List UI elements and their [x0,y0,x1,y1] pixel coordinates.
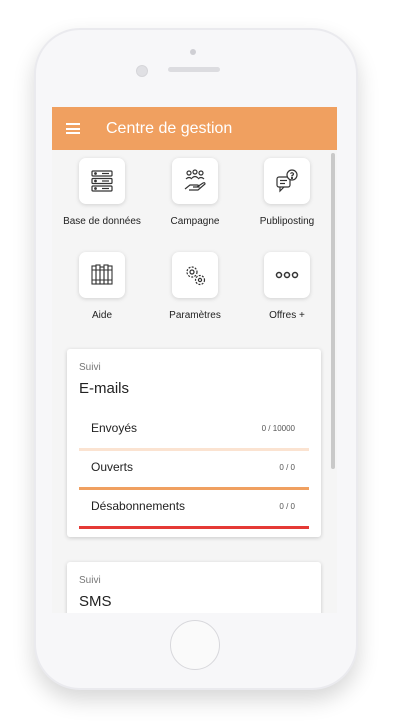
gears-icon [186,266,206,286]
menu-tile-publiposting[interactable]: Publiposting [247,158,327,227]
book-shelf-icon [91,264,113,285]
menu-tile-label: Aide [91,310,112,321]
menu-tile-aide[interactable]: Aide [62,252,142,321]
menu-tile-label: Campagne [170,216,220,227]
speaker-grille [168,67,220,72]
hamburger-menu-icon[interactable] [66,123,80,134]
menu-tile-campagne[interactable]: Campagne [155,158,235,227]
page-title: Centre de gestion [106,120,233,137]
menu-tile-label: Paramètres [169,310,221,321]
progress-bar [79,526,309,529]
card-title: SMS [79,593,112,610]
stat-label: Désabonnements [91,499,186,513]
suivi-sms-card: Suivi SMS [67,562,321,613]
campaign-hand-icon [184,169,206,191]
menu-tile-label: Offres + [269,310,305,321]
scrollbar[interactable] [331,153,335,469]
menu-tile-base-de-donnees[interactable]: Base de données [62,158,142,227]
stat-value: 0 / 10000 [261,424,295,433]
menu-tile-parametres[interactable]: Paramètres [155,252,235,321]
stat-value: 0 / 0 [279,463,295,472]
suivi-emails-card: Suivi E-mails Envoyés 0 / 10000 Ouverts … [67,349,321,537]
stat-value: 0 / 0 [279,502,295,511]
front-camera-icon [136,65,148,77]
app-bar: Centre de gestion [52,107,337,150]
menu-tile-label: Base de données [63,216,141,227]
more-dots-icon [275,271,299,279]
card-kicker: Suivi [79,575,101,586]
stat-row-desabonnements[interactable]: Désabonnements 0 / 0 [79,489,309,529]
card-title: E-mails [79,380,130,397]
help-chat-icon [276,169,298,193]
stat-row-envoyes[interactable]: Envoyés 0 / 10000 [79,411,309,451]
app-screen: Centre de gestion Base de données Campag… [52,107,337,613]
stat-label: Ouverts [91,460,134,474]
menu-tile-offres[interactable]: Offres + [247,252,327,321]
home-button[interactable] [170,620,220,670]
stat-label: Envoyés [91,421,138,435]
card-kicker: Suivi [79,362,101,373]
menu-tile-label: Publiposting [259,216,315,227]
camera-icon [190,49,196,55]
stat-row-ouverts[interactable]: Ouverts 0 / 0 [79,450,309,490]
database-icon [91,170,113,192]
